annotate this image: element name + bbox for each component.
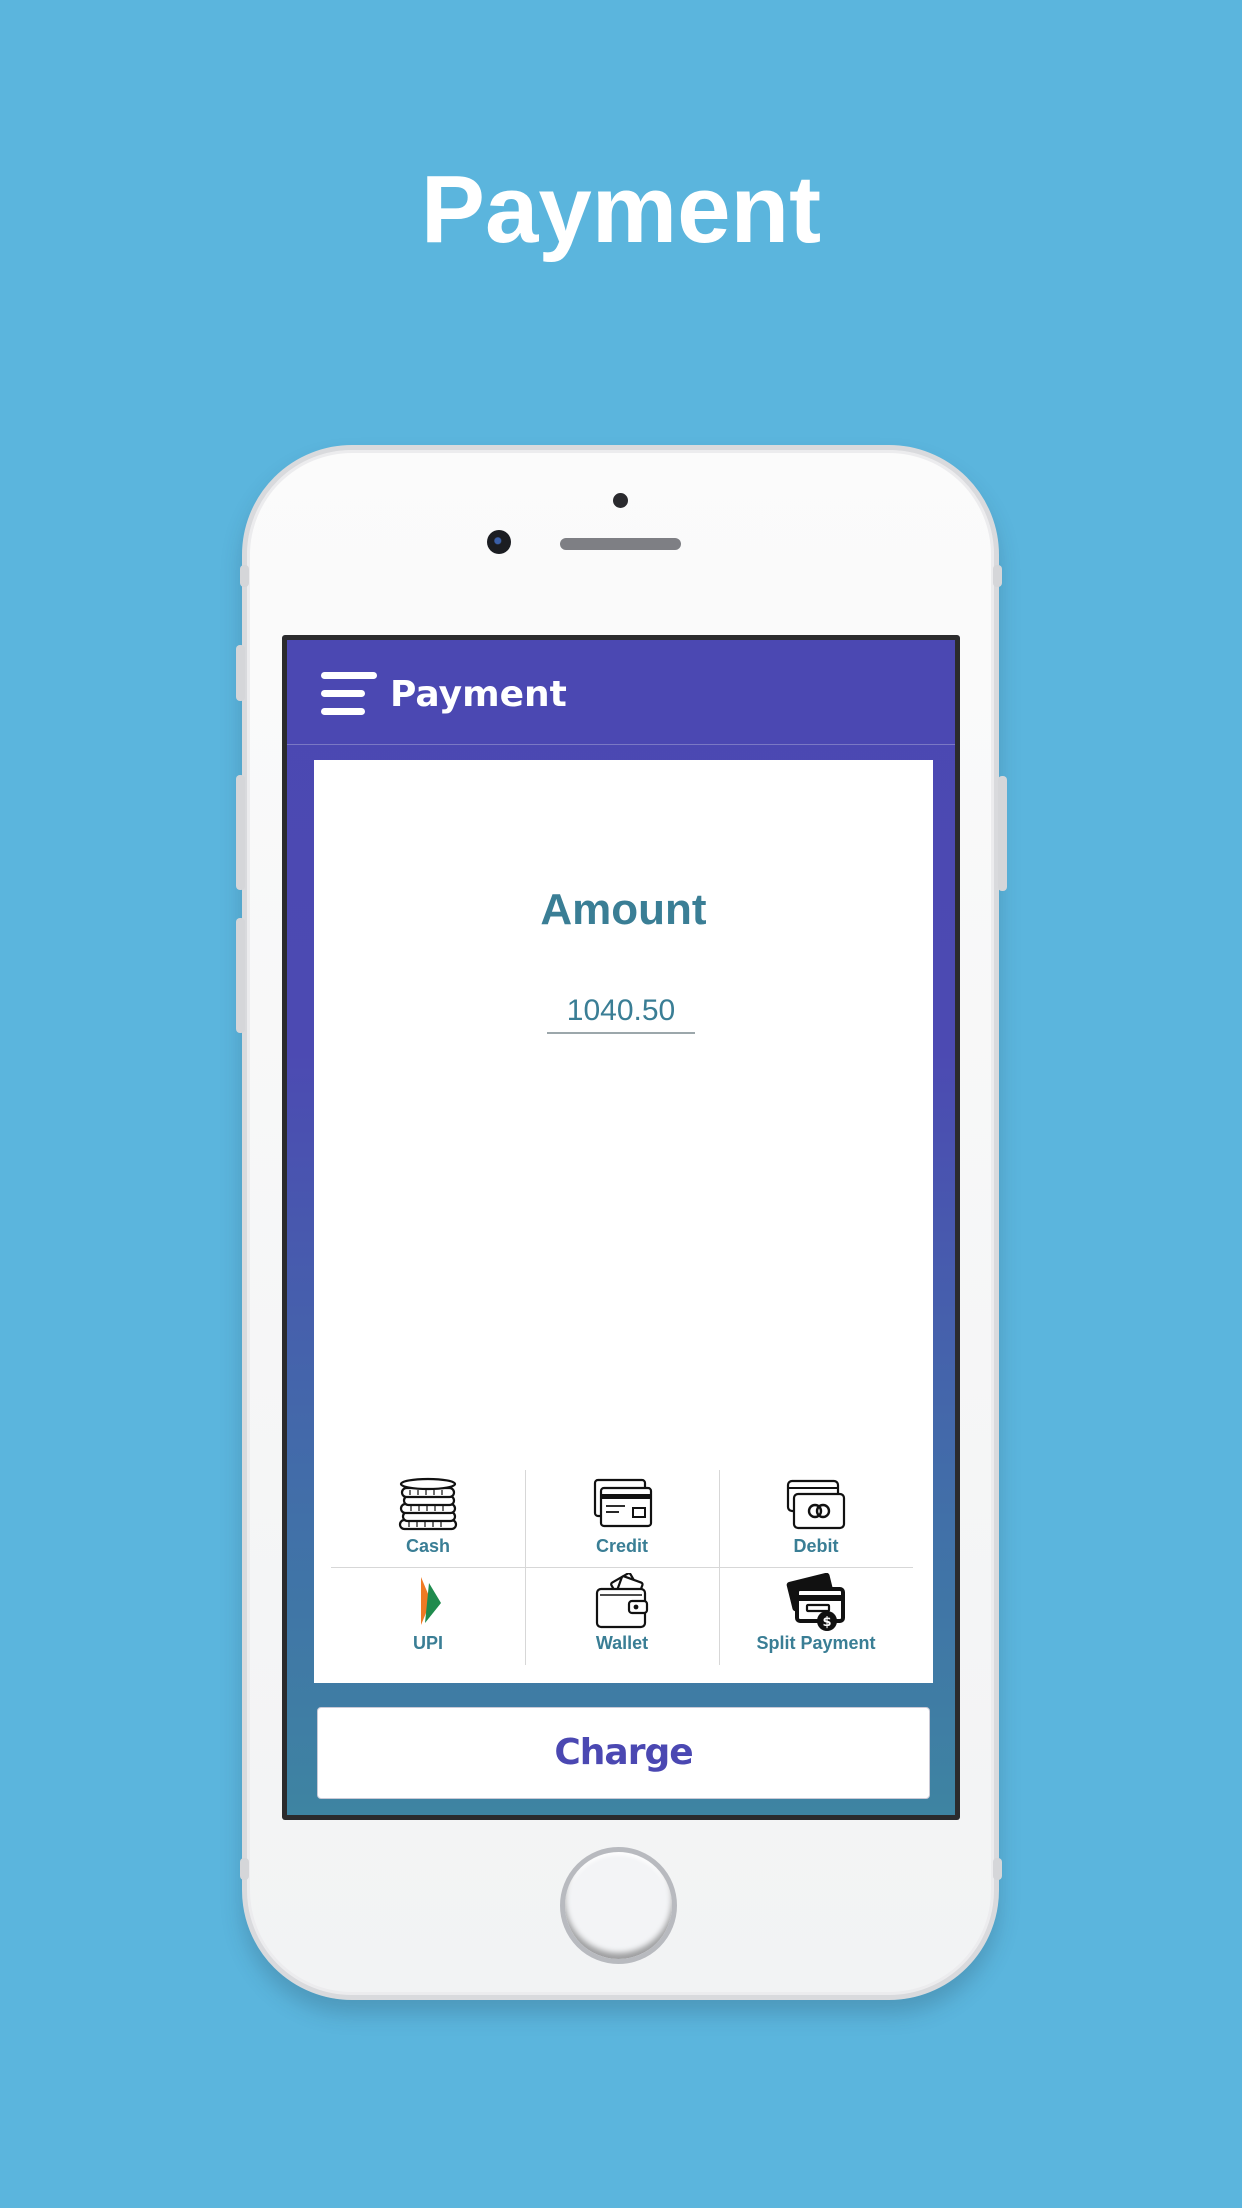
payment-method-credit[interactable]: Credit (525, 1470, 719, 1567)
phone-side-button (993, 565, 1002, 587)
payment-method-label: Wallet (595, 1633, 649, 1653)
earpiece-speaker (560, 538, 681, 550)
payment-method-label: Cash (405, 1536, 450, 1556)
phone-side-button (236, 645, 245, 701)
phone-screen: Payment Amount 1040.50 Cash Credit Debit… (282, 635, 960, 1820)
wallet-icon (595, 1573, 649, 1629)
proximity-sensor (613, 493, 628, 508)
amount-label: Amount (540, 885, 707, 934)
app-bar: Payment (287, 640, 955, 745)
payment-method-label: Debit (793, 1536, 839, 1556)
phone-side-button (236, 775, 245, 890)
svg-text:$: $ (822, 1615, 831, 1630)
credit-card-icon (593, 1478, 653, 1528)
front-camera (487, 530, 511, 554)
debit-card-icon (786, 1479, 846, 1530)
app-bar-title: Payment (390, 674, 567, 715)
charge-button[interactable]: Charge (317, 1707, 930, 1799)
payment-method-label: UPI (412, 1633, 443, 1653)
app-screen: Payment Amount 1040.50 Cash Credit Debit… (287, 640, 955, 1815)
payment-method-split-payment[interactable]: $ Split Payment (719, 1567, 913, 1664)
hamburger-menu-icon[interactable] (321, 672, 377, 716)
phone-side-button (236, 918, 245, 1033)
page-headline: Payment (420, 156, 822, 263)
payment-method-cash[interactable]: Cash (331, 1470, 525, 1567)
payment-method-wallet[interactable]: Wallet (525, 1567, 719, 1664)
payment-card: Amount 1040.50 Cash Credit Debit UPI Wal… (314, 760, 933, 1683)
upi-logo-icon (421, 1577, 441, 1625)
payment-method-upi[interactable]: UPI (331, 1567, 525, 1664)
payment-method-label: Credit (595, 1536, 648, 1556)
home-button[interactable] (560, 1847, 677, 1964)
phone-side-button (998, 776, 1007, 891)
payment-method-grid: Cash Credit Debit UPI Wallet $ Split Pay… (331, 1470, 913, 1665)
coins-icon (398, 1477, 458, 1531)
phone-side-button (240, 565, 249, 587)
phone-side-button (993, 1858, 1002, 1880)
amount-input[interactable] (547, 990, 695, 1034)
payment-method-debit[interactable]: Debit (719, 1470, 913, 1567)
split-payment-icon: $ (786, 1573, 845, 1631)
phone-side-button (240, 1858, 249, 1880)
payment-method-label: Split Payment (756, 1633, 876, 1653)
